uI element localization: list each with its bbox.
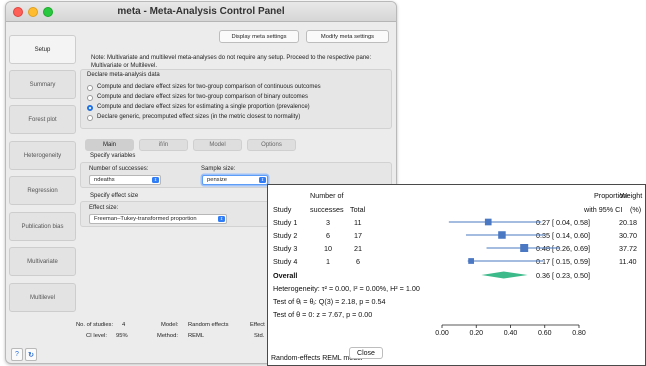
sidebar-item-multivariate[interactable]: Multivariate — [9, 247, 76, 276]
nstudies-label: No. of studies: — [76, 322, 114, 328]
model-value: Random effects — [188, 322, 229, 328]
study-marker — [468, 258, 474, 264]
successes-select[interactable]: ndeaths ⇕ — [89, 175, 161, 185]
sidebar-item-forest-plot[interactable]: Forest plot — [9, 105, 76, 134]
effect-size-label: Effect size: — [89, 205, 119, 211]
window-title: meta - Meta-Analysis Control Panel — [117, 6, 285, 17]
successes-dropdown-icon[interactable]: ⇕ — [152, 177, 159, 183]
effect-heading: Specify effect size — [90, 193, 139, 199]
nstudies-value: 4 — [122, 322, 126, 328]
successes-value: ndeaths — [94, 177, 115, 183]
sample-size-label: Sample size: — [201, 166, 236, 172]
declare-option-radio-binary[interactable] — [87, 95, 93, 101]
modify-meta-settings-button[interactable]: Modify meta settings — [306, 30, 389, 43]
study-marker — [498, 231, 506, 239]
tab-if-in[interactable]: if/in — [139, 139, 188, 151]
declare-option-label-continuous[interactable]: Compute and declare effect sizes for two… — [97, 84, 321, 90]
declare-group: Declare meta-analysis data Compute and d… — [80, 69, 392, 129]
declare-option-label-proportion[interactable]: Compute and declare effect sizes for est… — [97, 104, 310, 110]
close-button[interactable]: Close — [349, 347, 383, 359]
sidebar-item-multilevel[interactable]: Multilevel — [9, 283, 76, 312]
sample-size-dropdown-icon[interactable]: ⇕ — [259, 177, 266, 183]
declare-option-radio-proportion[interactable] — [87, 105, 93, 111]
tab-options[interactable]: Options — [247, 139, 296, 151]
sidebar-item-setup[interactable]: Setup — [9, 35, 76, 64]
sidebar-item-publication-bias[interactable]: Publication bias — [9, 212, 76, 241]
x-tick-label: 0.60 — [538, 330, 552, 337]
cilevel-label: CI level: — [86, 333, 107, 339]
study-marker — [484, 218, 492, 226]
sidebar-item-heterogeneity[interactable]: Heterogeneity — [9, 141, 76, 170]
std-label: Std. — [254, 333, 265, 339]
x-tick-label: 0.00 — [435, 330, 449, 337]
reset-button[interactable]: ↻ — [25, 348, 37, 361]
effect-size-dropdown-icon[interactable]: ⇕ — [218, 216, 225, 222]
cilevel-value: 95% — [116, 333, 128, 339]
study-marker — [520, 244, 529, 252]
effect-size-select[interactable]: Freeman–Tukey-transformed proportion ⇕ — [89, 214, 227, 224]
forest-plot-chart: 0.00 0.20 0.40 0.60 0.80 — [435, 218, 586, 337]
effect-size-value: Freeman–Tukey-transformed proportion — [94, 216, 197, 222]
declare-option-label-generic[interactable]: Declare generic, precomputed effect size… — [97, 114, 300, 120]
x-tick-label: 0.80 — [572, 330, 586, 337]
declare-option-radio-continuous[interactable] — [87, 85, 93, 91]
setup-note: Note: Multivariate and multilevel meta-a… — [91, 55, 372, 69]
overall-diamond — [481, 271, 528, 279]
x-tick-label: 0.20 — [469, 330, 483, 337]
method-value: REML — [188, 333, 205, 339]
title-bar: meta - Meta-Analysis Control Panel — [6, 2, 396, 22]
tab-main[interactable]: Main — [85, 139, 134, 151]
tab-model[interactable]: Model — [193, 139, 242, 151]
sample-size-value: pensize — [207, 177, 227, 183]
sample-size-select[interactable]: pensize ⇕ — [202, 175, 268, 185]
effect-info-label: Effect — [250, 322, 265, 328]
method-label: Method: — [157, 333, 178, 339]
display-meta-settings-button[interactable]: Display meta settings — [219, 30, 299, 43]
variables-heading: Specify variables — [90, 153, 136, 159]
x-tick-label: 0.40 — [504, 330, 518, 337]
forest-plot-panel: Study Number of successes Total Proporti… — [267, 184, 646, 366]
successes-label: Number of successes: — [89, 166, 149, 172]
model-label: Model: — [161, 322, 179, 328]
sidebar-item-summary[interactable]: Summary — [9, 70, 76, 99]
declare-option-label-binary[interactable]: Compute and declare effect sizes for two… — [97, 94, 308, 100]
declare-heading: Declare meta-analysis data — [87, 72, 160, 78]
help-button[interactable]: ? — [11, 348, 23, 361]
declare-option-radio-generic[interactable] — [87, 115, 93, 121]
sidebar-item-regression[interactable]: Regression — [9, 176, 76, 205]
